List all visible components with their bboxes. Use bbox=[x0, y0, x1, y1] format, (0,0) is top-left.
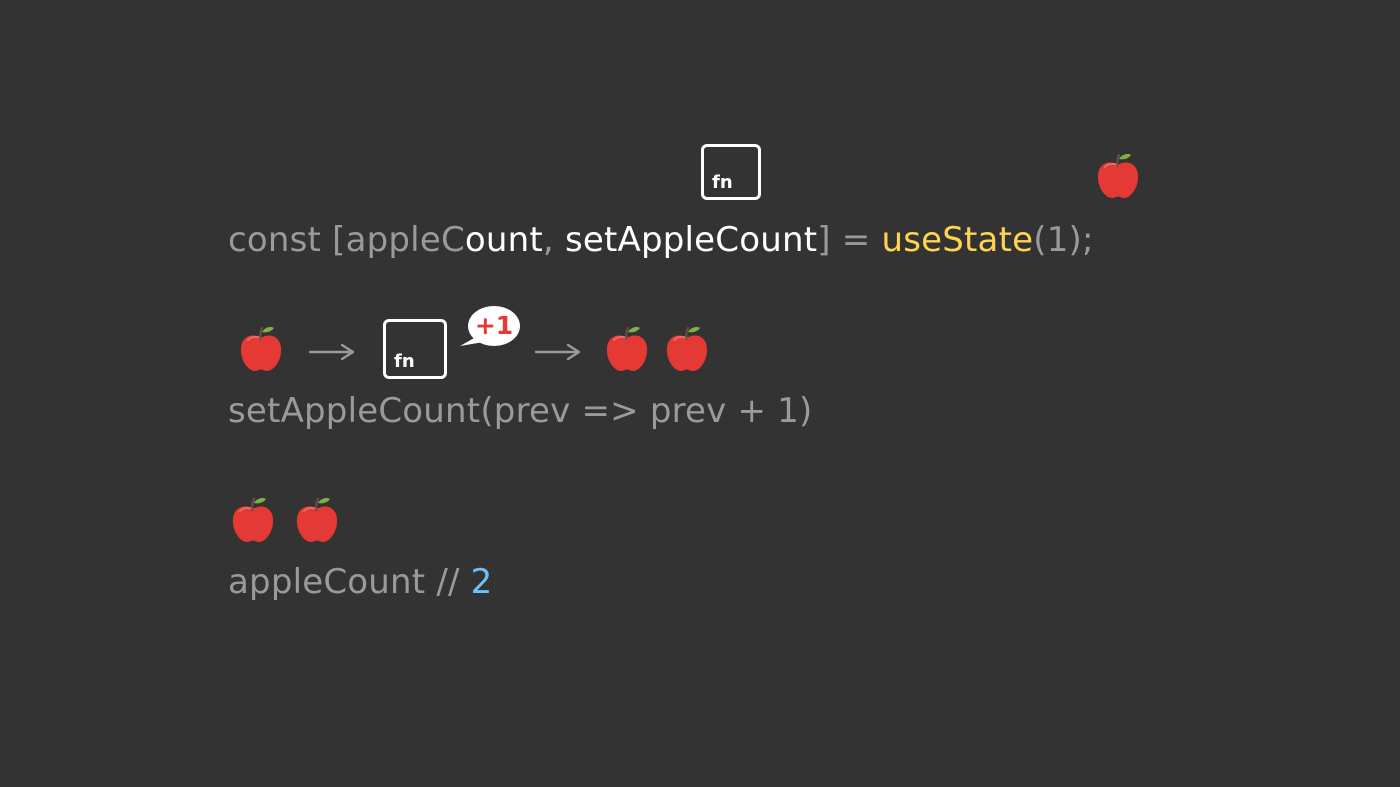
apple-count-value: 2 bbox=[470, 562, 493, 602]
fn-box-icon: fn bbox=[383, 319, 447, 379]
setter-call-line: setAppleCount(prev => prev + 1) bbox=[228, 391, 813, 431]
apple-icon bbox=[228, 495, 278, 545]
const-keyword: const bbox=[228, 220, 333, 260]
fn-label: fn bbox=[712, 172, 733, 193]
setter-name: setAppleCount bbox=[564, 220, 818, 260]
apple-icon bbox=[236, 324, 286, 374]
bracket-close: ] bbox=[817, 220, 831, 260]
right-arrow-icon bbox=[534, 342, 582, 362]
comma: , bbox=[542, 220, 565, 260]
use-state-hook: useState bbox=[881, 220, 1034, 260]
apple-icon bbox=[662, 324, 712, 374]
initial-args: (1); bbox=[1033, 220, 1094, 260]
fn-box-icon-top: fn bbox=[701, 144, 761, 200]
use-state-line: const [appleCount, setAppleCount] = useS… bbox=[228, 220, 1094, 260]
apple-icon bbox=[1093, 151, 1143, 201]
apple-icon bbox=[602, 324, 652, 374]
bracket-open: [ bbox=[332, 220, 346, 260]
right-arrow-icon bbox=[308, 342, 356, 362]
plus-one-label: +1 bbox=[474, 311, 514, 340]
apple-count-suffix: ount bbox=[464, 220, 543, 260]
apple-count-prefix: appleC bbox=[345, 220, 465, 260]
apple-icon bbox=[292, 495, 342, 545]
apple-count-var: appleCount // bbox=[228, 562, 471, 602]
fn-label: fn bbox=[394, 351, 415, 372]
equals-sign: = bbox=[830, 220, 882, 260]
apple-count-line: appleCount // 2 bbox=[228, 562, 493, 602]
